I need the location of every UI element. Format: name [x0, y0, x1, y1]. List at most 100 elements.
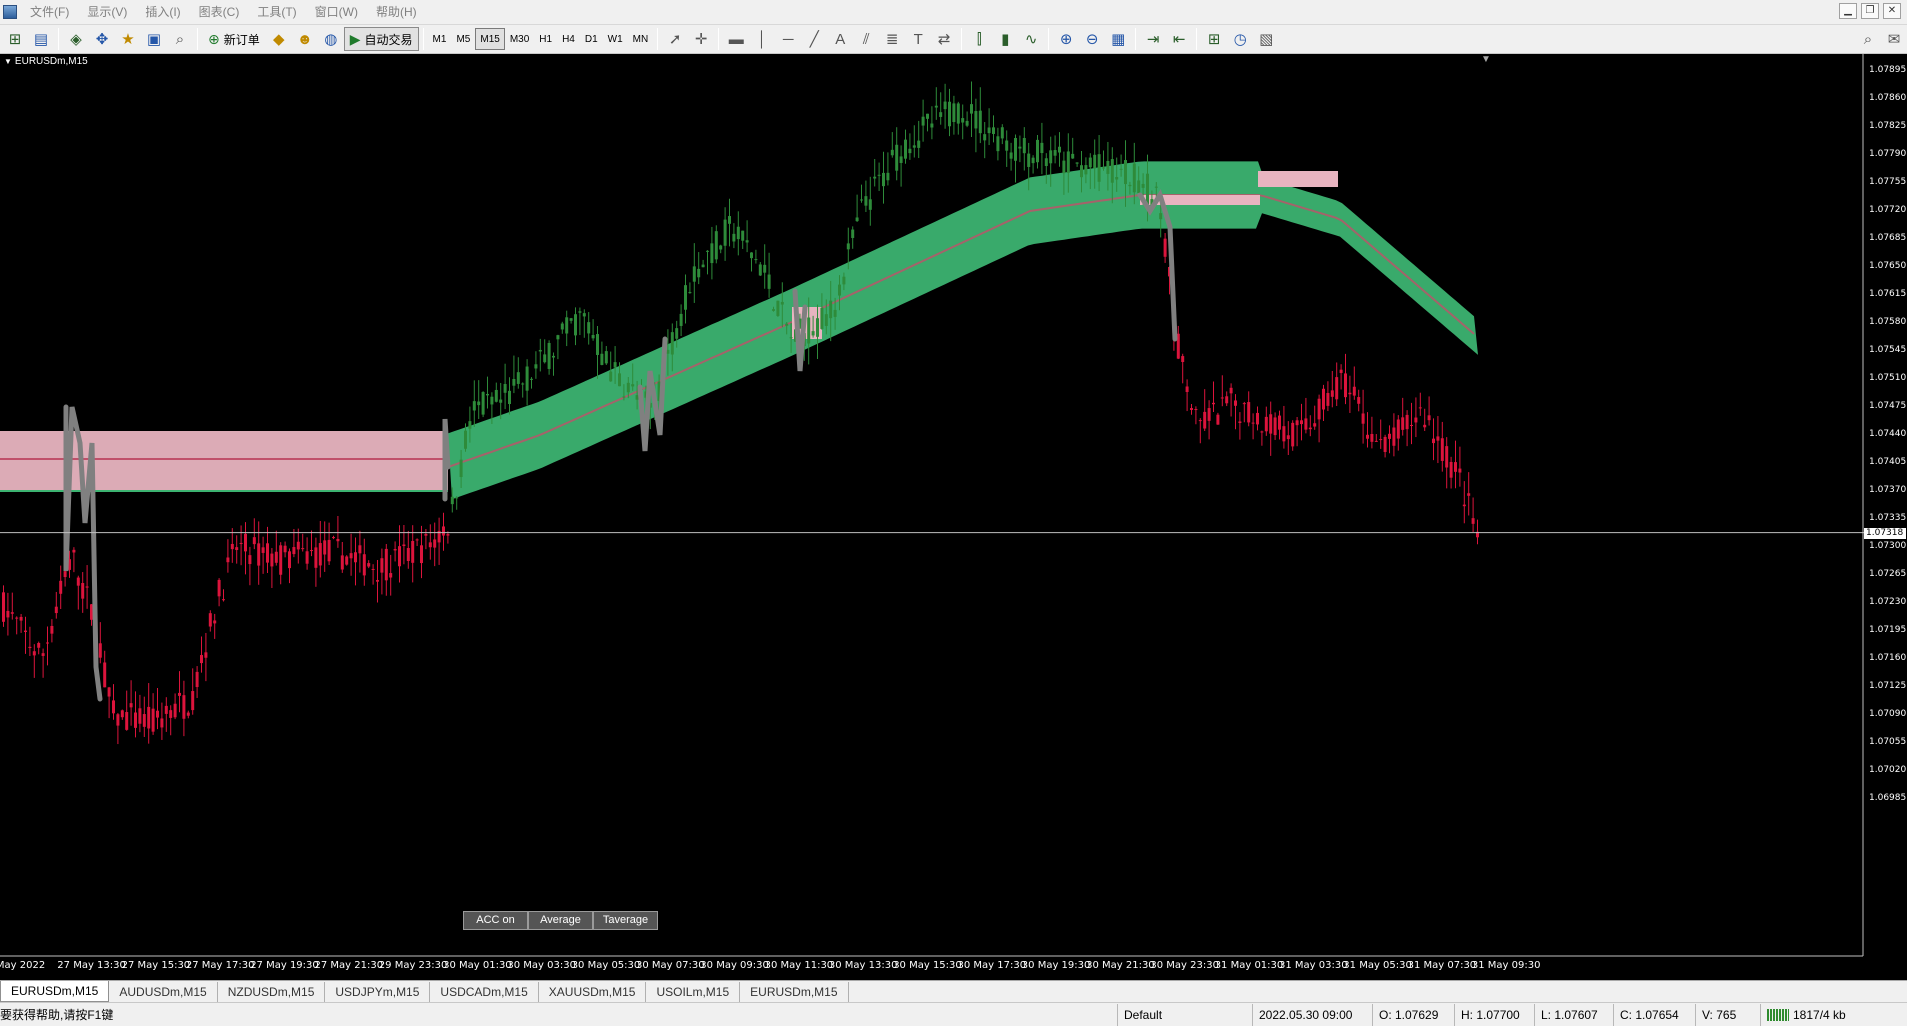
close-icon[interactable]: ✕ [1883, 3, 1901, 19]
rectangle-icon[interactable]: ▬ [724, 27, 748, 51]
trendline-icon[interactable]: ╱ [802, 27, 826, 51]
zoom-in-icon[interactable]: ⊕ [1054, 27, 1078, 51]
candle [222, 589, 225, 602]
text-icon[interactable]: A [828, 27, 852, 51]
candle-body [908, 148, 912, 154]
candle [1396, 415, 1400, 451]
candle-body [719, 245, 723, 250]
candle [1405, 410, 1409, 447]
chart-shift-icon[interactable]: ⇤ [1167, 27, 1191, 51]
cursor-icon[interactable]: ➚ [663, 27, 687, 51]
average-button[interactable]: Average [528, 911, 593, 930]
candle [393, 541, 397, 562]
candle [1220, 375, 1224, 407]
candle-body [675, 328, 679, 339]
data-window-icon[interactable]: ✥ [90, 27, 114, 51]
acc-on-button[interactable]: ACC on [463, 911, 528, 930]
candle-body [873, 176, 877, 179]
horizontal-line-icon[interactable]: ─ [776, 27, 800, 51]
new-order-button[interactable]: ⊕ 新订单 [202, 27, 266, 51]
chart-tab[interactable]: EURUSDm,M15 [0, 981, 110, 1002]
candle-body [468, 421, 472, 429]
candle [59, 565, 63, 610]
timeframe-m5[interactable]: M5 [451, 28, 475, 50]
menu-charts[interactable]: 图表(C) [190, 0, 249, 24]
minimize-icon[interactable]: ▁ [1839, 3, 1857, 19]
candle-body [54, 606, 58, 614]
candle-body [961, 118, 965, 123]
candle-body [732, 233, 736, 242]
auto-trading-button[interactable]: ▶ 自动交易 [343, 27, 419, 51]
menu-tools[interactable]: 工具(T) [248, 0, 305, 24]
candle-body [1163, 238, 1167, 257]
templates-icon[interactable]: ▧ [1254, 27, 1278, 51]
candle-body [169, 710, 173, 718]
search-icon[interactable]: ⌕ [1856, 27, 1880, 51]
menu-file[interactable]: 文件(F) [21, 0, 78, 24]
chart-shift-marker-icon[interactable]: ▼ [1481, 54, 1491, 65]
label-icon[interactable]: T [906, 27, 930, 51]
candle-body [1036, 139, 1039, 163]
fibonacci-icon[interactable]: ≣ [880, 27, 904, 51]
vps-icon[interactable]: ◍ [319, 27, 343, 51]
menu-view[interactable]: 显示(V) [78, 0, 136, 24]
status-profile[interactable]: Default [1117, 1003, 1252, 1026]
market-watch-icon[interactable]: ◈ [64, 27, 88, 51]
line-chart-icon[interactable]: ∿ [1019, 27, 1043, 51]
candlestick-icon[interactable]: ▮ [993, 27, 1017, 51]
auto-scroll-icon[interactable]: ⇥ [1141, 27, 1165, 51]
taverage-button[interactable]: Taverage [593, 911, 658, 930]
candle [32, 644, 36, 678]
timeframe-h4[interactable]: H4 [557, 28, 580, 50]
candle [1304, 397, 1308, 434]
candle [895, 127, 899, 181]
candle-body [543, 354, 547, 363]
restore-icon[interactable]: ❐ [1861, 3, 1879, 19]
strategy-tester-icon[interactable]: ⌕ [168, 27, 192, 51]
new-chart-icon[interactable]: ⊞ [3, 27, 27, 51]
price-chart[interactable] [0, 54, 1907, 980]
candle-body [516, 372, 520, 384]
timeframe-d1[interactable]: D1 [580, 28, 603, 50]
zoom-out-icon[interactable]: ⊖ [1080, 27, 1104, 51]
time-axis-label: 30 May 09:30 [700, 960, 769, 971]
candle [714, 225, 718, 264]
metaeditor-icon[interactable]: ◆ [267, 27, 291, 51]
arrows-icon[interactable]: ⇄ [932, 27, 956, 51]
tile-windows-icon[interactable]: ▦ [1106, 27, 1130, 51]
chart-tab[interactable]: USOILm,M15 [646, 982, 741, 1002]
time-axis-label: 29 May 23:30 [378, 960, 448, 971]
menu-help[interactable]: 帮助(H) [367, 0, 426, 24]
chart-window[interactable]: ▼ EURUSDm,M15 ▼ 1.07895 1.07860 1.07825 1.0… [0, 54, 1907, 980]
chat-icon[interactable]: ✉ [1882, 27, 1906, 51]
timeframe-m1[interactable]: M1 [428, 28, 452, 50]
timeframe-mn[interactable]: MN [628, 28, 654, 50]
candle [855, 194, 859, 223]
signals-icon[interactable]: ☻ [293, 27, 317, 51]
candle-body [1339, 369, 1343, 373]
timeframe-w1[interactable]: W1 [603, 28, 628, 50]
chart-tab[interactable]: USDCADm,M15 [430, 982, 539, 1002]
bar-chart-icon[interactable]: ⫿ [967, 27, 991, 51]
vertical-line-icon[interactable]: │ [750, 27, 774, 51]
candle [1269, 401, 1273, 456]
candle-body [129, 703, 133, 708]
chart-tab[interactable]: EURUSDm,M15 [740, 982, 849, 1002]
timeframe-m30[interactable]: M30 [505, 28, 534, 50]
chart-tab[interactable]: NZDUSDm,M15 [218, 982, 326, 1002]
indicators-icon[interactable]: ⊞ [1202, 27, 1226, 51]
menu-window[interactable]: 窗口(W) [306, 0, 367, 24]
chart-tab[interactable]: USDJPYm,M15 [325, 982, 431, 1002]
chart-tab[interactable]: XAUUSDm,M15 [539, 982, 647, 1002]
menu-insert[interactable]: 插入(I) [136, 0, 189, 24]
chart-tab[interactable]: AUDUSDm,M15 [109, 982, 218, 1002]
timeframe-h1[interactable]: H1 [534, 28, 557, 50]
channel-icon[interactable]: ⫽ [854, 27, 878, 51]
navigator-icon[interactable]: ★ [116, 27, 140, 51]
crosshair-icon[interactable]: ✛ [689, 27, 713, 51]
candle-body [838, 284, 841, 296]
timeframe-m15[interactable]: M15 [475, 28, 505, 50]
terminal-icon[interactable]: ▣ [142, 27, 166, 51]
profiles-icon[interactable]: ▤ [29, 27, 53, 51]
periods-icon[interactable]: ◷ [1228, 27, 1252, 51]
